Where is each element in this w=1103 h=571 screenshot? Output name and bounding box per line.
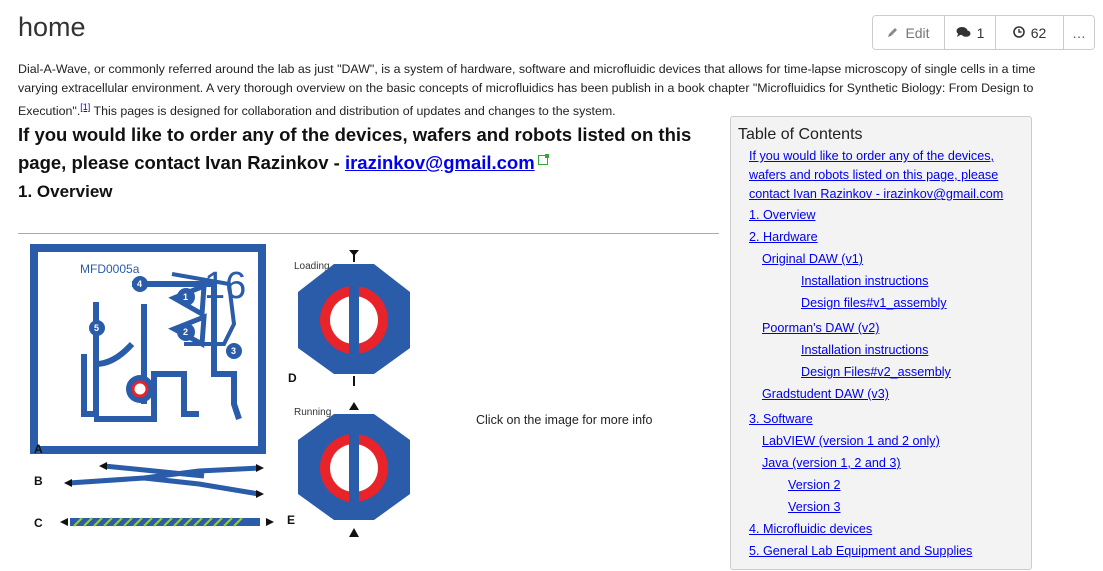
node-label-5: 5 [94,323,99,333]
running-label: Running [294,407,331,418]
comments-count: 1 [976,24,985,41]
page-toolbar: Edit 1 62 … [872,15,1095,50]
letter-d: D [288,371,297,385]
device-figure[interactable]: MFD0005a 16 1 2 3 4 5 Loading D Running [24,244,422,540]
comments-icon [956,25,971,41]
clock-icon [1012,25,1025,41]
toc-item-design-v2[interactable]: Design Files#v2_assembly [801,363,951,382]
overview-heading: 1. Overview [18,182,113,201]
node-label-3: 3 [231,346,236,356]
page-title: home [18,12,86,42]
loading-label: Loading [294,261,330,272]
toc-item-gradstudent-daw[interactable]: Gradstudent DAW (v3) [762,385,889,404]
edit-button[interactable]: Edit [873,16,945,49]
toc-item-hardware[interactable]: 2. Hardware [749,228,818,247]
toc-item-version-2[interactable]: Version 2 [788,476,841,495]
toc-item-poorman-daw[interactable]: Poorman's DAW (v2) [762,319,879,338]
section-divider [18,233,719,234]
intro-paragraph: Dial-A-Wave, or commonly referred around… [18,60,1038,121]
toc-item-java[interactable]: Java (version 1, 2 and 3) [762,454,901,473]
toc-item-microfluidic-devices[interactable]: 4. Microfluidic devices [749,520,872,539]
chip-label: MFD0005a [80,262,140,276]
node-label-2: 2 [183,327,188,337]
toc-item-original-daw[interactable]: Original DAW (v1) [762,250,863,269]
comments-button[interactable]: 1 [945,16,996,49]
toc-item-design-v1[interactable]: Design files#v1_assembly [801,294,947,313]
toc-item-install-v2[interactable]: Installation instructions [801,341,928,360]
intro-text-2: This pages is designed for collaboration… [90,104,616,119]
device-diagram: MFD0005a 16 1 2 3 4 5 Loading D Running [30,244,410,537]
pencil-icon [887,25,899,41]
external-link-icon [537,154,549,165]
letter-c: C [34,516,43,530]
toc-item-lab-equipment[interactable]: 5. General Lab Equipment and Supplies [749,542,972,561]
table-of-contents: Table of Contents If you would like to o… [730,116,1032,570]
letter-b: B [34,474,43,488]
order-heading: If you would like to order any of the de… [18,121,718,177]
edit-label: Edit [905,24,930,41]
letter-a: A [34,442,43,456]
toc-item-order[interactable]: If you would like to order any of the de… [749,147,1024,204]
toc-item-overview[interactable]: 1. Overview [749,206,816,225]
toc-item-version-3[interactable]: Version 3 [788,498,841,517]
node-label-1: 1 [183,292,188,302]
footnote-link[interactable]: [1] [80,102,90,112]
email-link[interactable]: irazinkov@gmail.com [345,152,535,173]
toc-item-install-v1[interactable]: Installation instructions [801,272,928,291]
toc-item-software[interactable]: 3. Software [749,410,813,429]
node-label-4: 4 [137,279,142,289]
figure-caption: Click on the image for more info [476,413,653,427]
toc-title: Table of Contents [738,126,863,143]
history-count: 62 [1030,24,1047,41]
toc-item-labview[interactable]: LabVIEW (version 1 and 2 only) [762,432,940,451]
history-button[interactable]: 62 [996,16,1064,49]
more-button[interactable]: … [1064,16,1094,49]
letter-e: E [287,513,295,527]
